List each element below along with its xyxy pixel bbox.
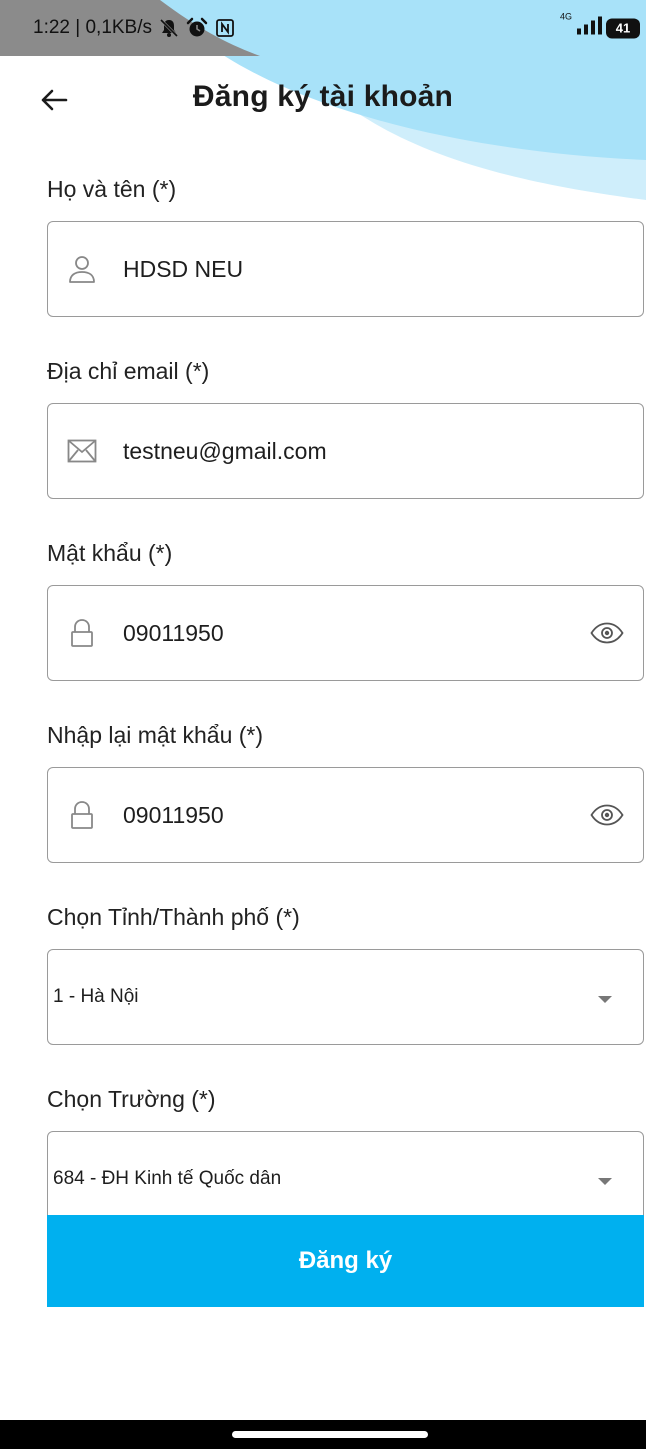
password-label: Mật khẩu (*) [47, 540, 173, 566]
muted-bell-icon [158, 17, 180, 39]
full-name-input-box[interactable] [47, 221, 644, 317]
eye-icon[interactable] [587, 613, 627, 653]
alarm-icon [186, 17, 208, 39]
eye-icon[interactable] [587, 795, 627, 835]
battery-icon: 41 [606, 18, 640, 38]
province-label: Chọn Tỉnh/Thành phố (*) [47, 904, 300, 930]
lock-icon [67, 800, 97, 830]
confirm-password-input[interactable] [123, 795, 587, 835]
full-name-field: Họ và tên (*) [47, 172, 644, 317]
chevron-down-icon [598, 1177, 612, 1185]
full-name-label: Họ và tên (*) [47, 176, 177, 202]
status-right: 4G 41 [560, 12, 640, 41]
confirm-password-label: Nhập lại mật khẩu (*) [47, 722, 264, 748]
network-type: 4G [559, 11, 572, 22]
envelope-icon [67, 436, 97, 466]
school-field: Chọn Trường (*) 684 - ĐH Kinh tế Quốc dâ… [47, 1082, 644, 1227]
password-input[interactable] [123, 613, 587, 653]
person-icon [67, 254, 97, 284]
email-input[interactable] [123, 431, 643, 471]
register-button[interactable]: Đăng ký [47, 1215, 644, 1307]
chevron-down-icon [598, 995, 612, 1003]
status-left: 1:22 | 0,1KB/s [33, 17, 236, 39]
school-label: Chọn Trường (*) [47, 1086, 216, 1112]
province-field: Chọn Tỉnh/Thành phố (*) 1 - Hà Nội [47, 900, 644, 1045]
app-header: Đăng ký tài khoản [0, 56, 646, 148]
province-select[interactable]: 1 - Hà Nội [47, 949, 644, 1045]
full-name-input[interactable] [123, 249, 643, 289]
password-field: Mật khẩu (*) [47, 536, 644, 681]
registration-form: Họ và tên (*) Địa chỉ email (*) Mật [47, 172, 644, 1264]
lock-icon [67, 618, 97, 648]
confirm-password-input-box[interactable] [47, 767, 644, 863]
nfc-icon [214, 17, 236, 39]
password-input-box[interactable] [47, 585, 644, 681]
school-select[interactable]: 684 - ĐH Kinh tế Quốc dân [47, 1131, 644, 1227]
home-indicator[interactable] [232, 1431, 428, 1438]
page-title: Đăng ký tài khoản [192, 80, 454, 113]
status-time-speed: 1:22 | 0,1KB/s [33, 17, 153, 38]
navigation-bar [0, 1420, 646, 1449]
email-input-box[interactable] [47, 403, 644, 499]
email-field: Địa chỉ email (*) [47, 354, 644, 499]
confirm-password-field: Nhập lại mật khẩu (*) [47, 718, 644, 863]
province-selected-value: 1 - Hà Nội [53, 986, 139, 1007]
school-selected-value: 684 - ĐH Kinh tế Quốc dân [53, 1168, 282, 1189]
signal-icon [576, 16, 602, 41]
email-label: Địa chỉ email (*) [47, 358, 210, 384]
status-bar: 1:22 | 0,1KB/s 4G 41 [0, 0, 646, 56]
